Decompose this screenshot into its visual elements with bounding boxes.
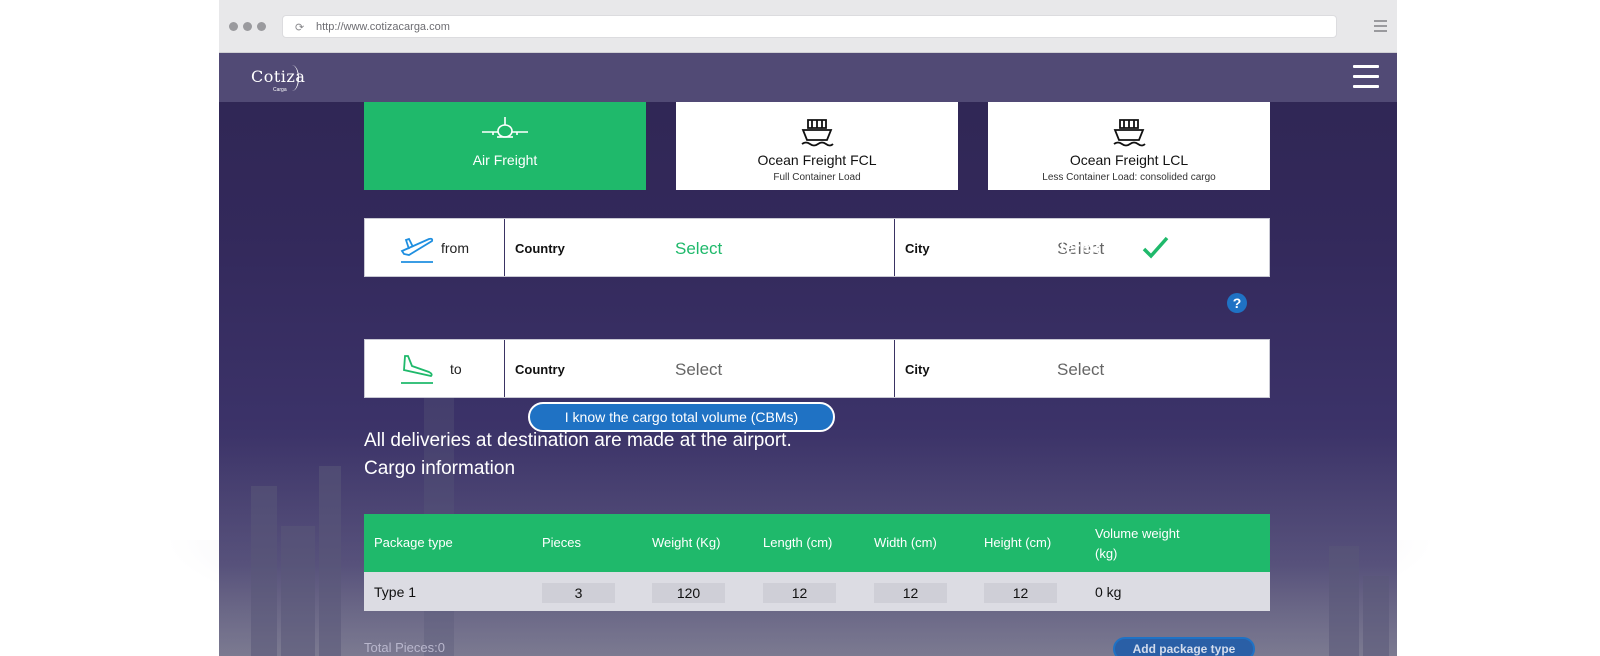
incoterm-exw-checkbox[interactable] [1214,236,1241,263]
browser-menu-icon[interactable] [1374,20,1387,32]
mode-ocean-lcl[interactable]: Ocean Freight LCL Less Container Load: c… [988,102,1270,190]
origin-direction: from [365,219,505,276]
pieces-input[interactable]: 3 [542,583,615,603]
incoterm-label: Incoterm: [1027,240,1100,257]
cargo-info-label: Cargo information [364,458,516,479]
add-package-type-button[interactable]: Add package type [1113,637,1255,656]
field-label: Country [515,241,565,256]
building-silhouette [281,526,315,656]
height-input[interactable]: 12 [984,583,1057,603]
building-silhouette [319,466,341,656]
mode-title: Ocean Freight LCL [1069,152,1189,168]
checkmark-icon [1142,236,1169,259]
destination-city-select[interactable]: Select [1057,360,1104,380]
logo-subtext: Carga [273,87,287,93]
column-header: Length (cm) [763,535,833,550]
window-dot-icon[interactable] [243,22,252,31]
help-icon[interactable]: ? [1226,292,1248,314]
incoterm-fca-checkbox[interactable] [1139,236,1169,263]
column-header: Weight (Kg) [652,535,721,550]
origin-label: from [441,240,469,256]
column-header: Package type [374,535,453,550]
window-dot-icon[interactable] [257,22,266,31]
window-dot-icon[interactable] [229,22,238,31]
destination-city-field[interactable]: City Select [895,340,1269,397]
destination-country-select[interactable]: Select [675,360,722,380]
building-silhouette [1363,576,1389,656]
field-label: City [905,241,930,256]
field-label: City [905,362,930,377]
column-header: Volume weight [1095,526,1180,541]
tower-silhouette [424,356,454,656]
browser-window: ⟳ http://www.cotizacarga.com Cotiza Carg… [219,0,1397,656]
address-bar[interactable]: ⟳ http://www.cotizacarga.com [282,15,1337,38]
ship-icon [1113,119,1146,147]
column-header: (kg) [1095,546,1118,561]
volume-weight-cell: 0 kg [1095,584,1122,600]
destination-direction: to [365,340,505,397]
delivery-note: All deliveries at destination are made a… [364,430,792,451]
total-pieces: Total Pieces:0 [364,640,445,655]
width-input[interactable]: 12 [874,583,947,603]
cbm-volume-button[interactable]: I know the cargo total volume (CBMs) [528,402,835,432]
mode-air-freight[interactable]: Air Freight [364,102,646,190]
incoterm-exw-label: EXW [1174,240,1211,257]
weight-input[interactable]: 120 [652,583,725,603]
site-content: Cotiza Carga Air Freight Ocean Freight F… [219,53,1397,656]
destination-row: to Country Select City Select [364,339,1270,398]
airplane-icon [482,117,528,138]
column-header: Height (cm) [984,535,1052,550]
mode-title: Ocean Freight FCL [757,152,877,168]
reload-icon[interactable]: ⟳ [295,21,304,34]
destination-label: to [450,361,462,377]
table-header: Package type Pieces Weight (Kg) Length (… [364,514,1270,572]
origin-country-field[interactable]: Country Select [505,219,895,276]
brand-logo[interactable]: Cotiza Carga [251,65,305,95]
building-silhouette [1329,546,1359,656]
browser-chrome: ⟳ http://www.cotizacarga.com [219,0,1397,53]
mode-ocean-fcl[interactable]: Ocean Freight FCL Full Container Load [676,102,958,190]
building-silhouette [251,486,277,656]
help-glyph: ? [1233,295,1242,311]
origin-country-select[interactable]: Select [675,239,722,259]
cargo-table: Package type Pieces Weight (Kg) Length (… [364,514,1270,611]
destination-country-field[interactable]: Country Select [505,340,895,397]
package-type-cell: Type 1 [374,584,417,600]
mode-subtitle: Full Container Load [773,172,861,183]
url-text: http://www.cotizacarga.com [316,21,450,33]
length-input[interactable]: 12 [763,583,836,603]
table-row: Type 1 3 120 12 12 12 0 kg [364,572,1270,611]
column-header: Pieces [542,535,582,550]
incoterm-fca-label: FCA [1103,240,1135,257]
top-navbar: Cotiza Carga [219,53,1397,102]
airplane-landing-icon [401,355,433,384]
hamburger-menu-icon[interactable] [1353,65,1379,89]
mode-title: Air Freight [472,152,538,168]
ship-icon [801,119,834,147]
field-label: Country [515,362,565,377]
page: ⟳ http://www.cotizacarga.com Cotiza Carg… [0,0,1600,656]
logo-arc-icon [285,65,299,91]
mode-subtitle: Less Container Load: consolided cargo [1042,172,1216,183]
column-header: Width (cm) [874,535,937,550]
airplane-takeoff-icon [400,237,434,263]
